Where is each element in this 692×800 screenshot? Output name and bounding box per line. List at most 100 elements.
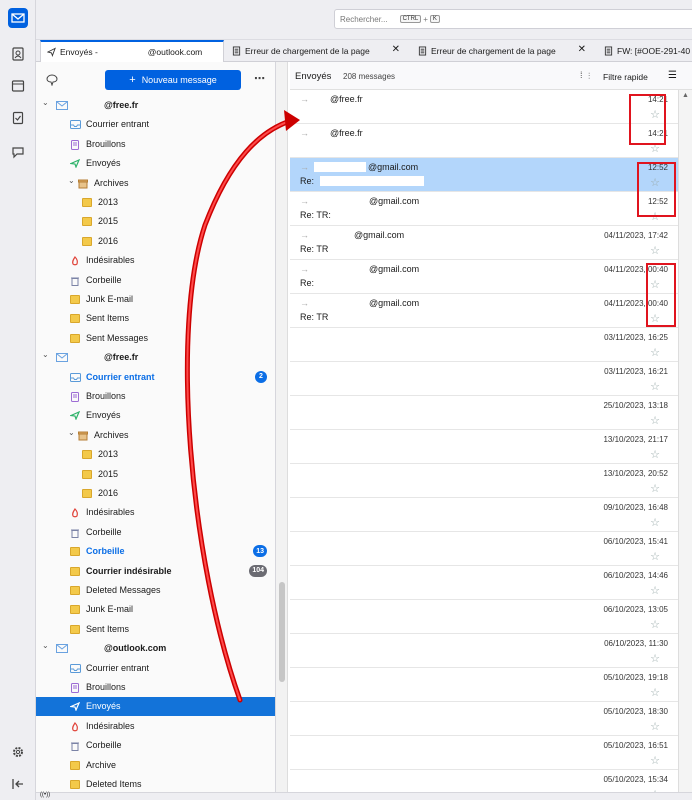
message-row[interactable]: 06/10/2023, 15:41 ☆ (290, 532, 678, 566)
tab-sent[interactable]: Envoyés - @outlook.com (40, 40, 224, 62)
star-icon[interactable]: ☆ (650, 754, 660, 767)
search-input[interactable]: Rechercher... CTRL + K (334, 9, 692, 29)
folder-row[interactable]: Envoyés (36, 154, 275, 173)
star-icon[interactable]: ☆ (650, 346, 660, 359)
star-icon[interactable]: ☆ (650, 244, 660, 257)
folder-row[interactable]: Corbeille (36, 271, 275, 290)
folder-pane-scrollbar[interactable] (276, 62, 288, 792)
calendar-button[interactable] (8, 76, 28, 96)
quick-filter-button[interactable]: Filtre rapide (603, 72, 648, 82)
online-status-icon[interactable]: ((•)) (40, 792, 50, 798)
folder-row[interactable]: Junk E-mail (36, 290, 275, 309)
folder-row[interactable]: Indésirables (36, 717, 275, 736)
star-icon[interactable]: ☆ (650, 550, 660, 563)
folder-row[interactable]: Corbeille (36, 523, 275, 542)
message-row[interactable]: → @free.fr 14:21 ☆ (290, 90, 678, 124)
chevron-down-icon[interactable]: ⌄ (42, 351, 50, 359)
folder-row[interactable]: Archive (36, 756, 275, 775)
folder-row[interactable]: ⌄ Archives (36, 174, 275, 193)
mail-space-button[interactable] (8, 8, 28, 28)
message-row[interactable]: 03/11/2023, 16:21 ☆ (290, 362, 678, 396)
get-messages-icon[interactable] (46, 74, 58, 86)
more-menu-icon[interactable]: ⋯ (254, 72, 265, 85)
message-row[interactable]: 03/11/2023, 16:25 ☆ (290, 328, 678, 362)
folder-row[interactable]: Corbeille (36, 736, 275, 755)
star-icon[interactable]: ☆ (650, 448, 660, 461)
message-row[interactable]: → @free.fr 14:21 ☆ (290, 124, 678, 158)
message-row[interactable]: 05/10/2023, 15:34☆ (290, 770, 678, 792)
message-row[interactable]: → @gmail.com Re: 12:52 ☆ (290, 158, 678, 192)
chevron-down-icon[interactable]: ⌄ (42, 99, 50, 107)
folder-row[interactable]: Brouillons (36, 135, 275, 154)
message-row[interactable]: 25/10/2023, 13:18 ☆ (290, 396, 678, 430)
message-row[interactable]: 06/10/2023, 14:46 ☆ (290, 566, 678, 600)
close-tab-icon[interactable]: ✕ (578, 44, 586, 55)
star-icon[interactable]: ☆ (650, 414, 660, 427)
message-row[interactable]: 05/10/2023, 18:30 ☆ (290, 702, 678, 736)
thread-pane-scrollbar[interactable]: ▲ (678, 90, 692, 792)
chevron-down-icon[interactable]: ⌄ (68, 176, 76, 185)
message-row[interactable]: 05/10/2023, 19:18 ☆ (290, 668, 678, 702)
star-icon[interactable]: ☆ (650, 618, 660, 631)
star-icon[interactable]: ☆ (650, 686, 660, 699)
message-row[interactable]: 13/10/2023, 21:17 ☆ (290, 430, 678, 464)
folder-row[interactable]: 2016 (36, 484, 275, 503)
folder-row[interactable]: 2015 (36, 212, 275, 231)
message-row[interactable]: 06/10/2023, 11:30 ☆ (290, 634, 678, 668)
message-row[interactable]: → @gmail.com Re: TR 04/11/2023, 17:42 ☆ (290, 226, 678, 260)
folder-row[interactable]: Courrier entrant (36, 115, 275, 134)
folder-row[interactable]: 2016 (36, 232, 275, 251)
message-row[interactable]: → @gmail.com Re: TR 04/11/2023, 00:40 ☆ (290, 294, 678, 328)
collapse-spaces-button[interactable] (8, 774, 28, 794)
scroll-up-icon[interactable]: ▲ (682, 92, 689, 99)
folder-row[interactable]: Sent Messages (36, 329, 275, 348)
account-row[interactable]: ⌄ @outlook.com (36, 639, 275, 658)
star-icon[interactable]: ☆ (650, 652, 660, 665)
star-icon[interactable]: ☆ (650, 380, 660, 393)
account-row[interactable]: ⌄ @free.fr (36, 96, 275, 115)
folder-row[interactable]: Corbeille 13 (36, 542, 275, 561)
folder-row[interactable]: ⌄ Archives (36, 426, 275, 445)
folder-row[interactable]: Courrier entrant 2 (36, 368, 275, 387)
chevron-down-icon[interactable]: ⌄ (42, 642, 50, 650)
star-icon[interactable]: ☆ (650, 720, 660, 733)
folder-row[interactable]: 2015 (36, 465, 275, 484)
folder-row[interactable]: 2013 (36, 445, 275, 464)
scrollbar-thumb[interactable] (279, 582, 285, 682)
folder-row[interactable]: Brouillons (36, 387, 275, 406)
chevron-down-icon[interactable]: ⌄ (68, 428, 76, 437)
star-icon[interactable]: ☆ (650, 516, 660, 529)
folder-row[interactable]: Envoyés (36, 697, 275, 717)
message-row[interactable]: 13/10/2023, 20:52 ☆ (290, 464, 678, 498)
folder-row[interactable]: Junk E-mail (36, 600, 275, 619)
folder-row[interactable]: Sent Items (36, 620, 275, 639)
folder-row[interactable]: Courrier indésirable 104 (36, 562, 275, 581)
folder-row[interactable]: Courrier entrant (36, 659, 275, 678)
folder-row[interactable]: Envoyés (36, 406, 275, 425)
folder-row[interactable]: Brouillons (36, 678, 275, 697)
message-row[interactable]: 06/10/2023, 13:05 ☆ (290, 600, 678, 634)
folder-row[interactable]: 2013 (36, 193, 275, 212)
message-row[interactable]: 05/10/2023, 16:51 ☆ (290, 736, 678, 770)
folder-row[interactable]: Deleted Items (36, 775, 275, 792)
new-message-button[interactable]: + Nouveau message (105, 70, 241, 90)
settings-button[interactable] (8, 742, 28, 762)
message-row[interactable]: → @gmail.com Re: 04/11/2023, 00:40 ☆ (290, 260, 678, 294)
quick-filter-icon[interactable]: ⫶ (588, 71, 590, 82)
message-row[interactable]: → @gmail.com Re: TR: 12:52 ☆ (290, 192, 678, 226)
folder-row[interactable]: Sent Items (36, 309, 275, 328)
tab-page-error-2[interactable]: Erreur de chargement de la page ✕ (412, 40, 592, 62)
chat-button[interactable] (8, 142, 28, 162)
address-book-button[interactable] (8, 44, 28, 64)
close-tab-icon[interactable]: ✕ (392, 44, 400, 55)
display-options-icon[interactable]: ☰ (668, 70, 677, 81)
account-row[interactable]: ⌄ @free.fr (36, 348, 275, 367)
star-icon[interactable]: ☆ (650, 584, 660, 597)
tasks-button[interactable] (8, 108, 28, 128)
folder-row[interactable]: Indésirables (36, 503, 275, 522)
star-icon[interactable]: ☆ (650, 482, 660, 495)
message-row[interactable]: 09/10/2023, 16:48 ☆ (290, 498, 678, 532)
folder-row[interactable]: Deleted Messages (36, 581, 275, 600)
folder-row[interactable]: Indésirables (36, 251, 275, 270)
tab-page-error-1[interactable]: Erreur de chargement de la page ✕ (226, 40, 406, 62)
